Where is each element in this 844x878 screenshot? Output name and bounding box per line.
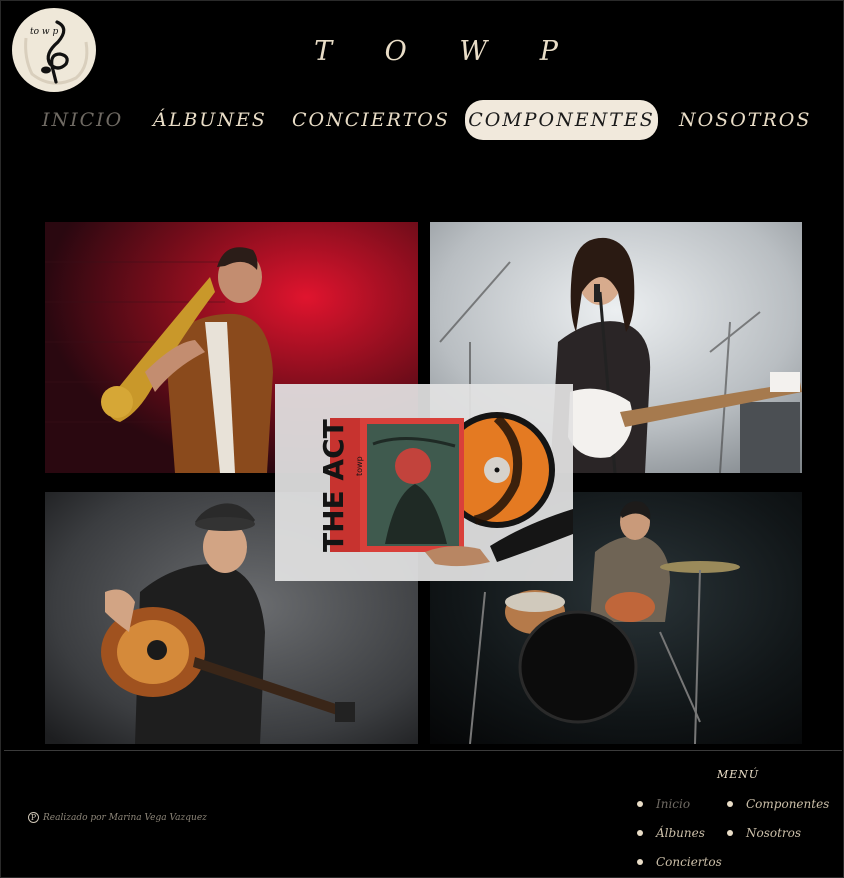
- copyright-icon: P: [28, 812, 39, 823]
- main-nav: INICIO ÁLBUNES CONCIERTOS COMPONENTES NO…: [0, 100, 844, 140]
- footer-credit: P Realizado por Marina Vega Vazquez: [28, 812, 207, 823]
- footer-menu-title: MENÚ: [717, 768, 760, 781]
- footer-link-conciertos[interactable]: Conciertos: [637, 855, 722, 869]
- nav-nosotros[interactable]: NOSOTROS: [679, 100, 809, 140]
- footer-link-nosotros[interactable]: Nosotros: [726, 826, 801, 840]
- nav-albunes[interactable]: ÁLBUNES: [153, 100, 265, 140]
- footer-divider: [4, 750, 842, 751]
- credit-text: Realizado por Marina Vega Vazquez: [43, 812, 207, 823]
- nav-componentes[interactable]: COMPONENTES: [465, 100, 658, 140]
- album-band-text: towp: [355, 456, 364, 476]
- nav-conciertos[interactable]: CONCIERTOS: [292, 100, 448, 140]
- footer-link-componentes[interactable]: Componentes: [726, 797, 829, 811]
- album-overlay[interactable]: THE ACT towp: [275, 384, 573, 581]
- site-title: T O W P: [314, 36, 580, 67]
- footer-link-inicio[interactable]: Inicio: [636, 797, 690, 811]
- album-cover-image: THE ACT towp: [317, 412, 573, 567]
- footer-link-albunes[interactable]: Álbunes: [637, 826, 705, 840]
- album-title-text: THE ACT: [317, 419, 350, 552]
- nav-inicio[interactable]: INICIO: [42, 100, 122, 140]
